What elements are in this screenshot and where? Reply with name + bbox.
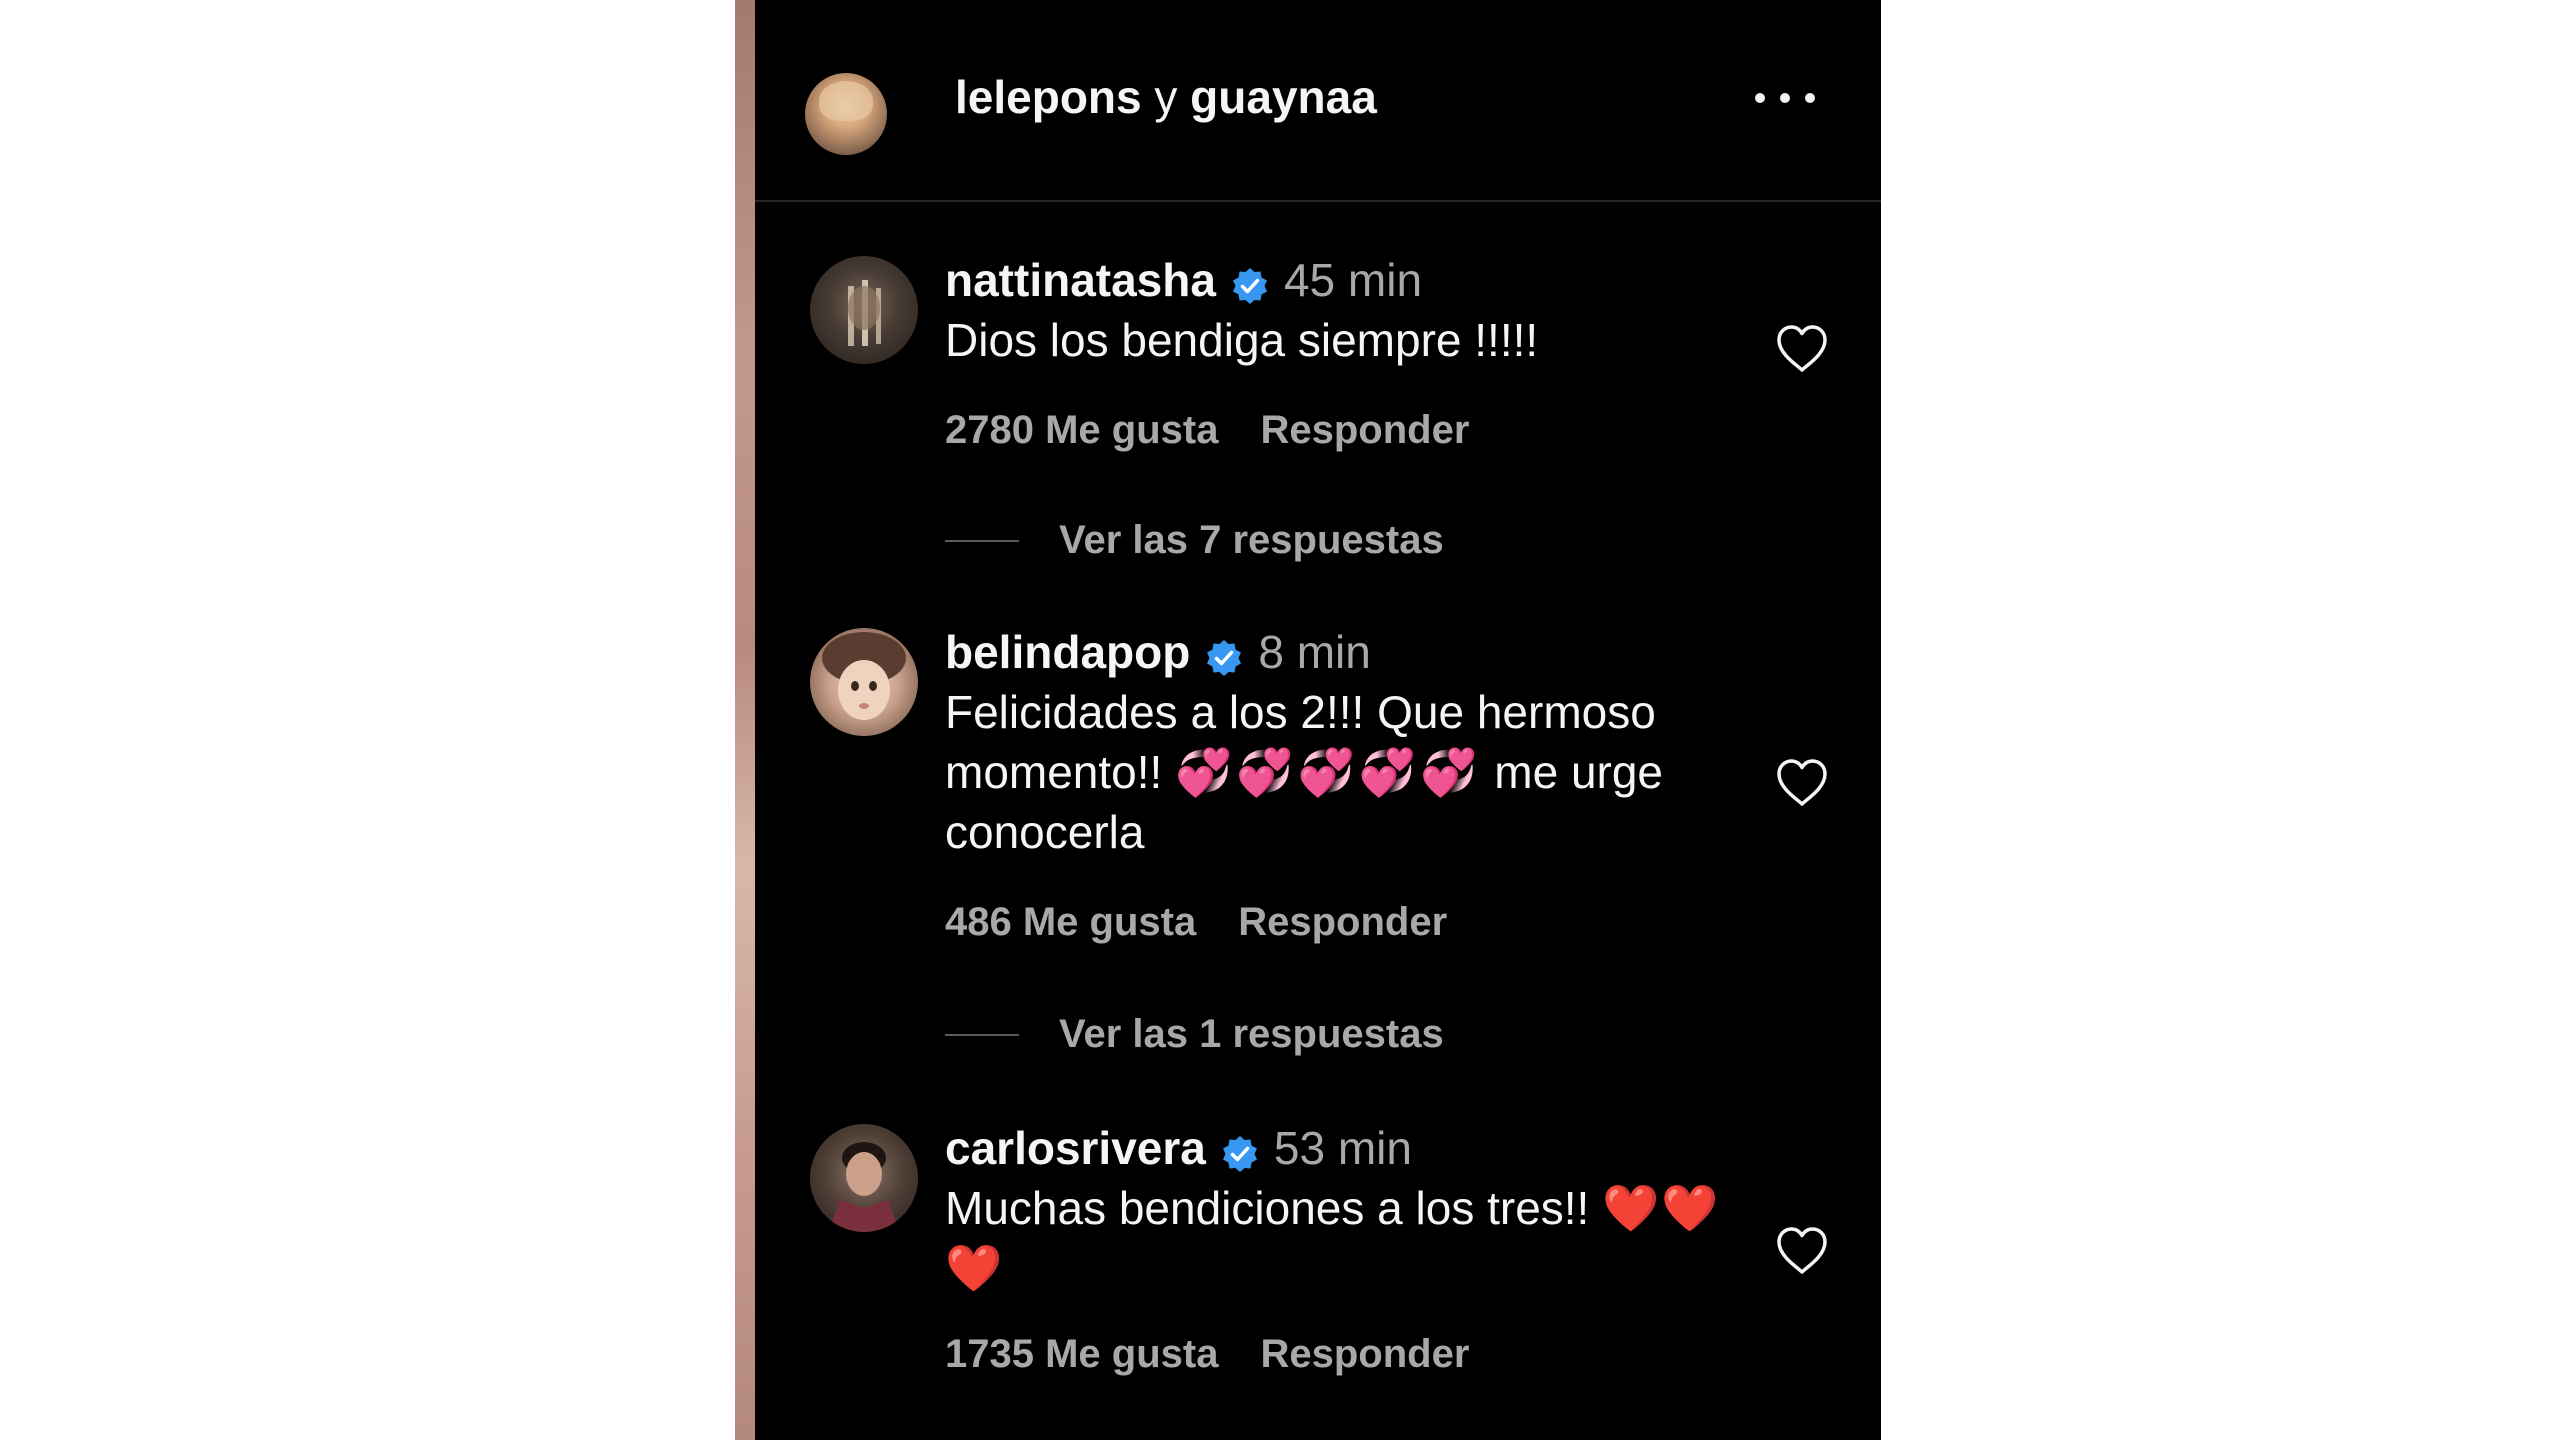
author-username-2[interactable]: guaynaa [1190, 71, 1377, 123]
comment-actions: 486 Me gusta Responder [945, 900, 1755, 945]
replies-divider [945, 539, 1019, 542]
comment-body: carlosrivera 53 min Muchas bendiciones a… [945, 1118, 1755, 1377]
screenshot-stage: lelepons y guaynaa nattinatasha 45 min D… [0, 0, 2560, 1440]
comment-text-fragment: me urge [1494, 746, 1664, 798]
avatar[interactable] [810, 1124, 918, 1232]
likes-count[interactable]: 2780 Me gusta [945, 408, 1218, 452]
likes-count[interactable]: 1735 Me gusta [945, 1332, 1218, 1376]
comment-text-line: momento!! 💞💞💞💞💞 me urge [945, 742, 1755, 802]
post-header: lelepons y guaynaa [755, 0, 1881, 202]
comment-username[interactable]: nattinatasha [945, 250, 1216, 310]
author-avatar[interactable] [805, 73, 887, 155]
comment-text-fragment: momento!! [945, 746, 1163, 798]
reply-button[interactable]: Responder [1260, 1332, 1469, 1376]
view-replies-button[interactable]: Ver las 1 respuestas [945, 1012, 1444, 1057]
comments-panel: lelepons y guaynaa nattinatasha 45 min D… [755, 0, 1881, 1440]
background-photo-edge [735, 0, 755, 1440]
comment-header: belindapop 8 min [945, 622, 1755, 682]
comment-time: 45 min [1283, 254, 1423, 306]
view-replies-label[interactable]: Ver las 1 respuestas [1059, 1012, 1444, 1057]
comment-body: nattinatasha 45 min Dios los bendiga sie… [945, 250, 1755, 453]
reply-button[interactable]: Responder [1260, 408, 1469, 452]
hearts-emoji: 💞💞💞💞💞 [1175, 746, 1482, 798]
more-options-icon[interactable] [1755, 78, 1815, 118]
verified-badge-icon [1204, 632, 1244, 676]
heart-outline-icon[interactable] [1775, 324, 1829, 374]
replies-divider [945, 1033, 1019, 1036]
comment-text: Muchas bendiciones a los tres!! ❤️❤️ ❤️ [945, 1178, 1755, 1298]
likes-count[interactable]: 486 Me gusta [945, 900, 1196, 944]
view-replies-label[interactable]: Ver las 7 respuestas [1059, 518, 1444, 563]
red-heart-emoji: ❤️ [945, 1242, 1005, 1294]
comment-text-line: Felicidades a los 2!!! Que hermoso [945, 686, 1656, 738]
comment-time: 53 min [1273, 1122, 1412, 1174]
post-authors: lelepons y guaynaa [955, 70, 1377, 124]
verified-badge-icon [1230, 260, 1270, 304]
red-hearts-emoji: ❤️❤️ [1602, 1182, 1721, 1234]
author-conjunction: y [1154, 71, 1178, 123]
heart-outline-icon[interactable] [1775, 1226, 1829, 1276]
comment-header: carlosrivera 53 min [945, 1118, 1755, 1178]
comment-text-line: Dios los bendiga siempre !!!!! [945, 314, 1539, 366]
verified-badge-icon [1220, 1128, 1260, 1172]
comment-body: belindapop 8 min Felicidades a los 2!!! … [945, 622, 1755, 945]
comment-time: 8 min [1258, 626, 1371, 678]
view-replies-button[interactable]: Ver las 7 respuestas [945, 518, 1444, 563]
comment-actions: 1735 Me gusta Responder [945, 1332, 1755, 1377]
comment-text-fragment: Muchas bendiciones a los tres!! [945, 1182, 1590, 1234]
comment-text-line: Muchas bendiciones a los tres!! ❤️❤️ [945, 1178, 1755, 1238]
comment-actions: 2780 Me gusta Responder [945, 408, 1755, 453]
author-username-1[interactable]: lelepons [955, 71, 1142, 123]
avatar[interactable] [810, 256, 918, 364]
comment-text: Dios los bendiga siempre !!!!! [945, 310, 1755, 370]
avatar[interactable] [810, 628, 918, 736]
heart-outline-icon[interactable] [1775, 758, 1829, 808]
comment-text-line: conocerla [945, 806, 1145, 858]
comment-text: Felicidades a los 2!!! Que hermoso momen… [945, 682, 1755, 862]
comment-username[interactable]: carlosrivera [945, 1118, 1206, 1178]
reply-button[interactable]: Responder [1238, 900, 1447, 944]
comment-header: nattinatasha 45 min [945, 250, 1755, 310]
comment-username[interactable]: belindapop [945, 622, 1190, 682]
